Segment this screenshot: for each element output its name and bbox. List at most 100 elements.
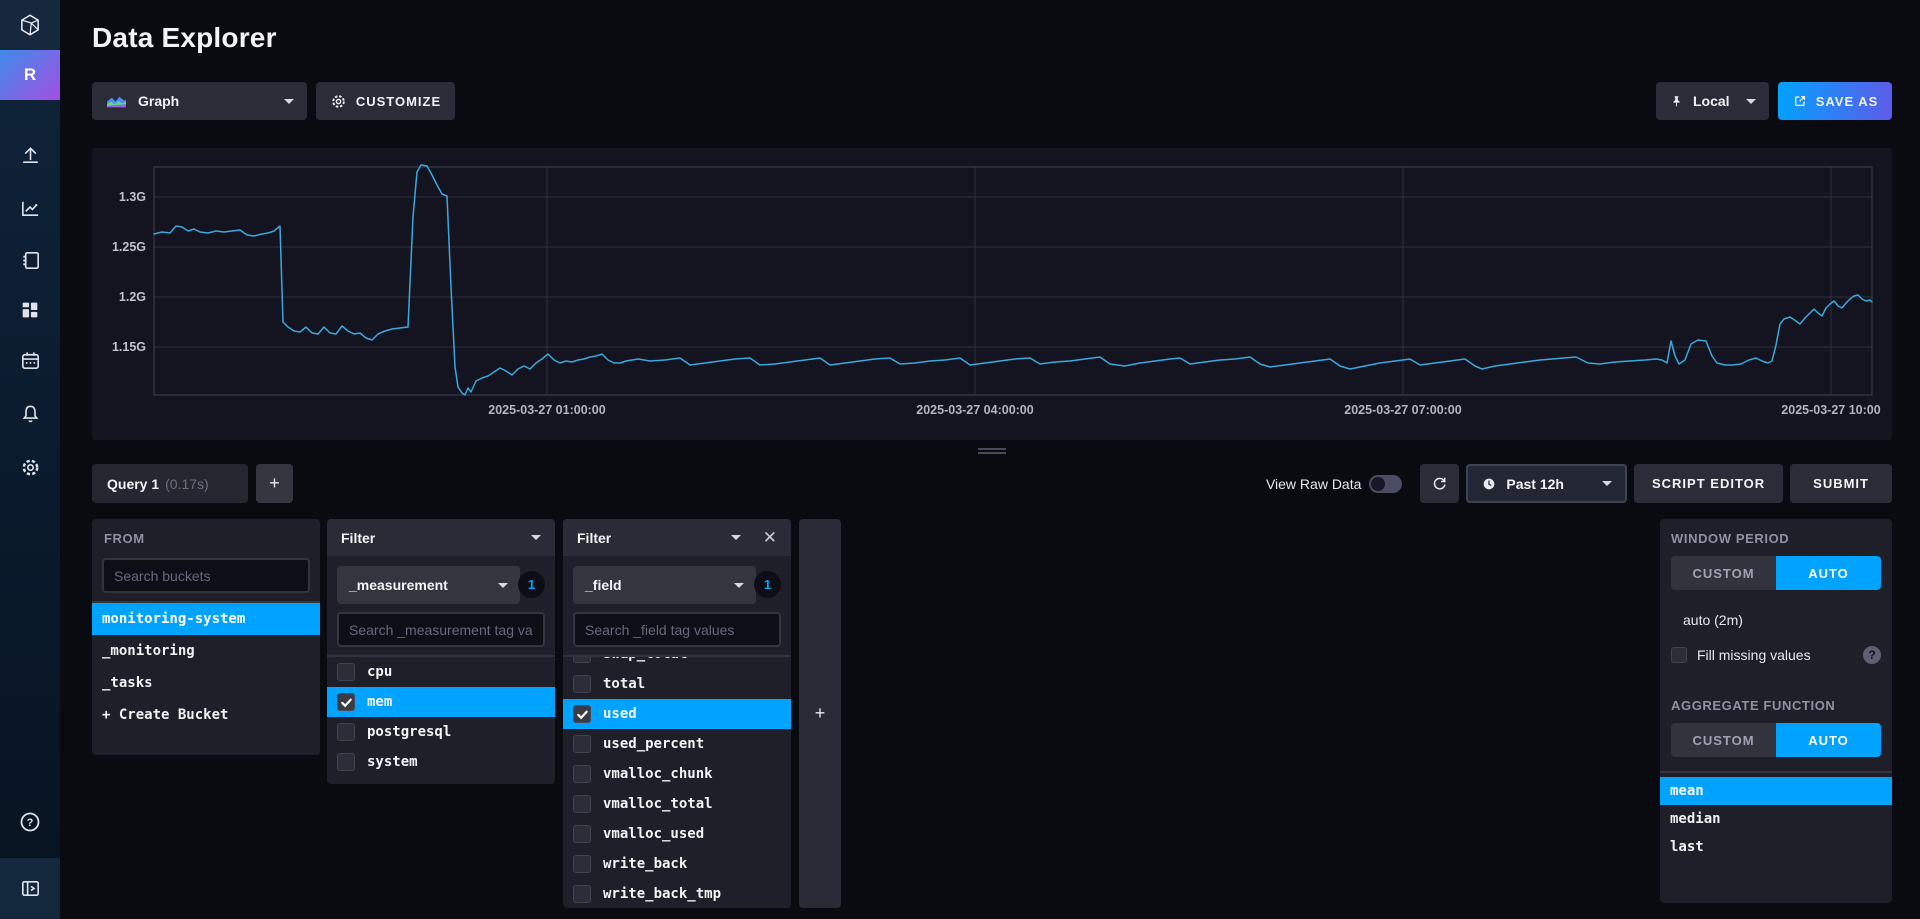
gear-icon [330,93,347,110]
checkbox-unchecked-icon[interactable] [573,885,591,903]
aggregate-function-selected[interactable]: mean [1660,777,1892,805]
aggregate-auto-button[interactable]: AUTO [1776,723,1881,757]
bucket-item-selected[interactable]: monitoring-system [92,603,320,635]
filter-value-row[interactable]: write_back [563,849,791,879]
help-icon[interactable]: ? [0,802,60,842]
panel-toggle-icon[interactable] [0,858,60,919]
checkbox-unchecked-icon[interactable] [573,657,591,663]
svg-text:1.3G: 1.3G [119,190,146,204]
chart-svg[interactable]: 1.3G1.25G1.2G1.15G2025-03-27 01:00:00202… [92,148,1892,440]
checkbox-unchecked-icon[interactable] [573,825,591,843]
filter-value-row[interactable]: vmalloc_used [563,819,791,849]
filter-value-label: total [603,676,645,692]
notebook-icon[interactable] [0,240,60,280]
window-custom-button[interactable]: CUSTOM [1671,556,1776,590]
filter-value-row[interactable]: postgresql [327,717,555,747]
filter-value-row[interactable]: system [327,747,555,777]
filter-value-label: vmalloc_chunk [603,766,713,782]
filter-value-row[interactable]: total [563,669,791,699]
create-bucket-button[interactable]: + Create Bucket [92,699,320,731]
checkbox-unchecked-icon[interactable] [573,675,591,693]
tag-value-search-input[interactable] [575,622,779,638]
line-chart-icon[interactable] [0,188,60,228]
bell-icon[interactable] [0,393,60,433]
resize-handle[interactable] [978,448,1006,454]
query-tab[interactable]: Query 1 (0.17s) [92,464,248,503]
checkbox-unchecked-icon[interactable] [573,855,591,873]
filter-value-label: swap_total [603,657,687,662]
from-panel: FROM monitoring-system _monitoring _task… [92,519,320,755]
filter-type-dropdown[interactable]: Filter ✕ [563,519,791,556]
tag-key-label: _field [585,577,622,593]
checkbox-unchecked-icon[interactable] [337,663,355,681]
window-auto-button[interactable]: AUTO [1776,556,1881,590]
page-title: Data Explorer [92,22,277,54]
bucket-item[interactable]: _monitoring [92,635,320,667]
save-as-button[interactable]: SAVE AS [1778,82,1892,120]
tag-value-search [573,612,781,647]
view-type-label: Graph [138,93,179,109]
filter-type-dropdown[interactable]: Filter [327,519,555,556]
bucket-item[interactable]: _tasks [92,667,320,699]
filter-value-row[interactable]: vmalloc_total [563,789,791,819]
checkbox-checked-icon[interactable] [573,705,591,723]
filter-value-row-selected[interactable]: mem [327,687,555,717]
window-period-value: auto (2m) [1683,612,1881,628]
filter-type-label: Filter [341,530,375,546]
aggregate-function[interactable]: last [1660,833,1892,861]
bucket-search-input[interactable] [104,568,308,584]
tag-key-label: _measurement [349,577,448,593]
checkbox-checked-icon[interactable] [337,693,355,711]
script-editor-button[interactable]: SCRIPT EDITOR [1634,464,1783,503]
upload-icon[interactable] [0,135,60,175]
refresh-button[interactable] [1420,464,1459,503]
fill-missing-checkbox[interactable] [1671,647,1687,663]
checkbox-unchecked-icon[interactable] [573,795,591,813]
checkbox-unchecked-icon[interactable] [337,723,355,741]
close-icon[interactable]: ✕ [763,528,777,548]
filter-value-row-selected[interactable]: used [563,699,791,729]
add-query-button[interactable]: + [256,464,293,503]
filter-value-row-clipped[interactable]: swap_total [563,657,791,669]
local-dropdown[interactable]: Local [1656,82,1769,120]
checkbox-unchecked-icon[interactable] [337,753,355,771]
filter-value-label: write_back_tmp [603,886,721,902]
customize-button[interactable]: CUSTOMIZE [316,82,455,120]
help-badge[interactable]: ? [1863,646,1881,664]
selected-count-badge: 1 [518,571,545,598]
filter-panel-field: Filter ✕ _field 1 swap_total total [563,519,791,908]
gear-icon[interactable] [0,447,60,487]
customize-label: CUSTOMIZE [356,94,441,109]
chevron-down-icon [734,583,744,588]
view-type-dropdown[interactable]: Graph [92,82,307,120]
local-label: Local [1693,93,1730,109]
filter-value-row[interactable]: used_percent [563,729,791,759]
filter-value-row[interactable]: vmalloc_chunk [563,759,791,789]
view-raw-data-toggle[interactable] [1369,475,1402,493]
checkbox-unchecked-icon[interactable] [573,735,591,753]
filter-value-row[interactable]: cpu [327,657,555,687]
filter-type-label: Filter [577,530,611,546]
avatar[interactable]: R [0,50,60,100]
filter-value-label: write_back [603,856,687,872]
fill-missing-label: Fill missing values [1697,647,1811,663]
add-filter-card-button[interactable]: + [799,519,841,908]
svg-text:?: ? [27,817,34,829]
save-as-label: SAVE AS [1816,94,1879,109]
window-period-toggle: CUSTOM AUTO [1671,556,1881,590]
dashboards-icon[interactable] [0,290,60,330]
submit-button[interactable]: SUBMIT [1790,464,1892,503]
calendar-icon[interactable] [0,340,60,380]
aggregate-custom-button[interactable]: CUSTOM [1671,723,1776,757]
aggregate-function[interactable]: median [1660,805,1892,833]
time-range-dropdown[interactable]: Past 12h [1466,464,1627,503]
chevron-down-icon [531,535,541,540]
checkbox-unchecked-icon[interactable] [573,765,591,783]
influxdb-logo[interactable] [0,0,60,50]
filter-value-row[interactable]: write_back_tmp [563,879,791,908]
svg-text:1.15G: 1.15G [112,340,146,354]
tag-key-dropdown[interactable]: _measurement [337,566,520,604]
filter-value-label: system [367,754,418,770]
tag-value-search-input[interactable] [339,622,543,638]
tag-key-dropdown[interactable]: _field [573,566,756,604]
